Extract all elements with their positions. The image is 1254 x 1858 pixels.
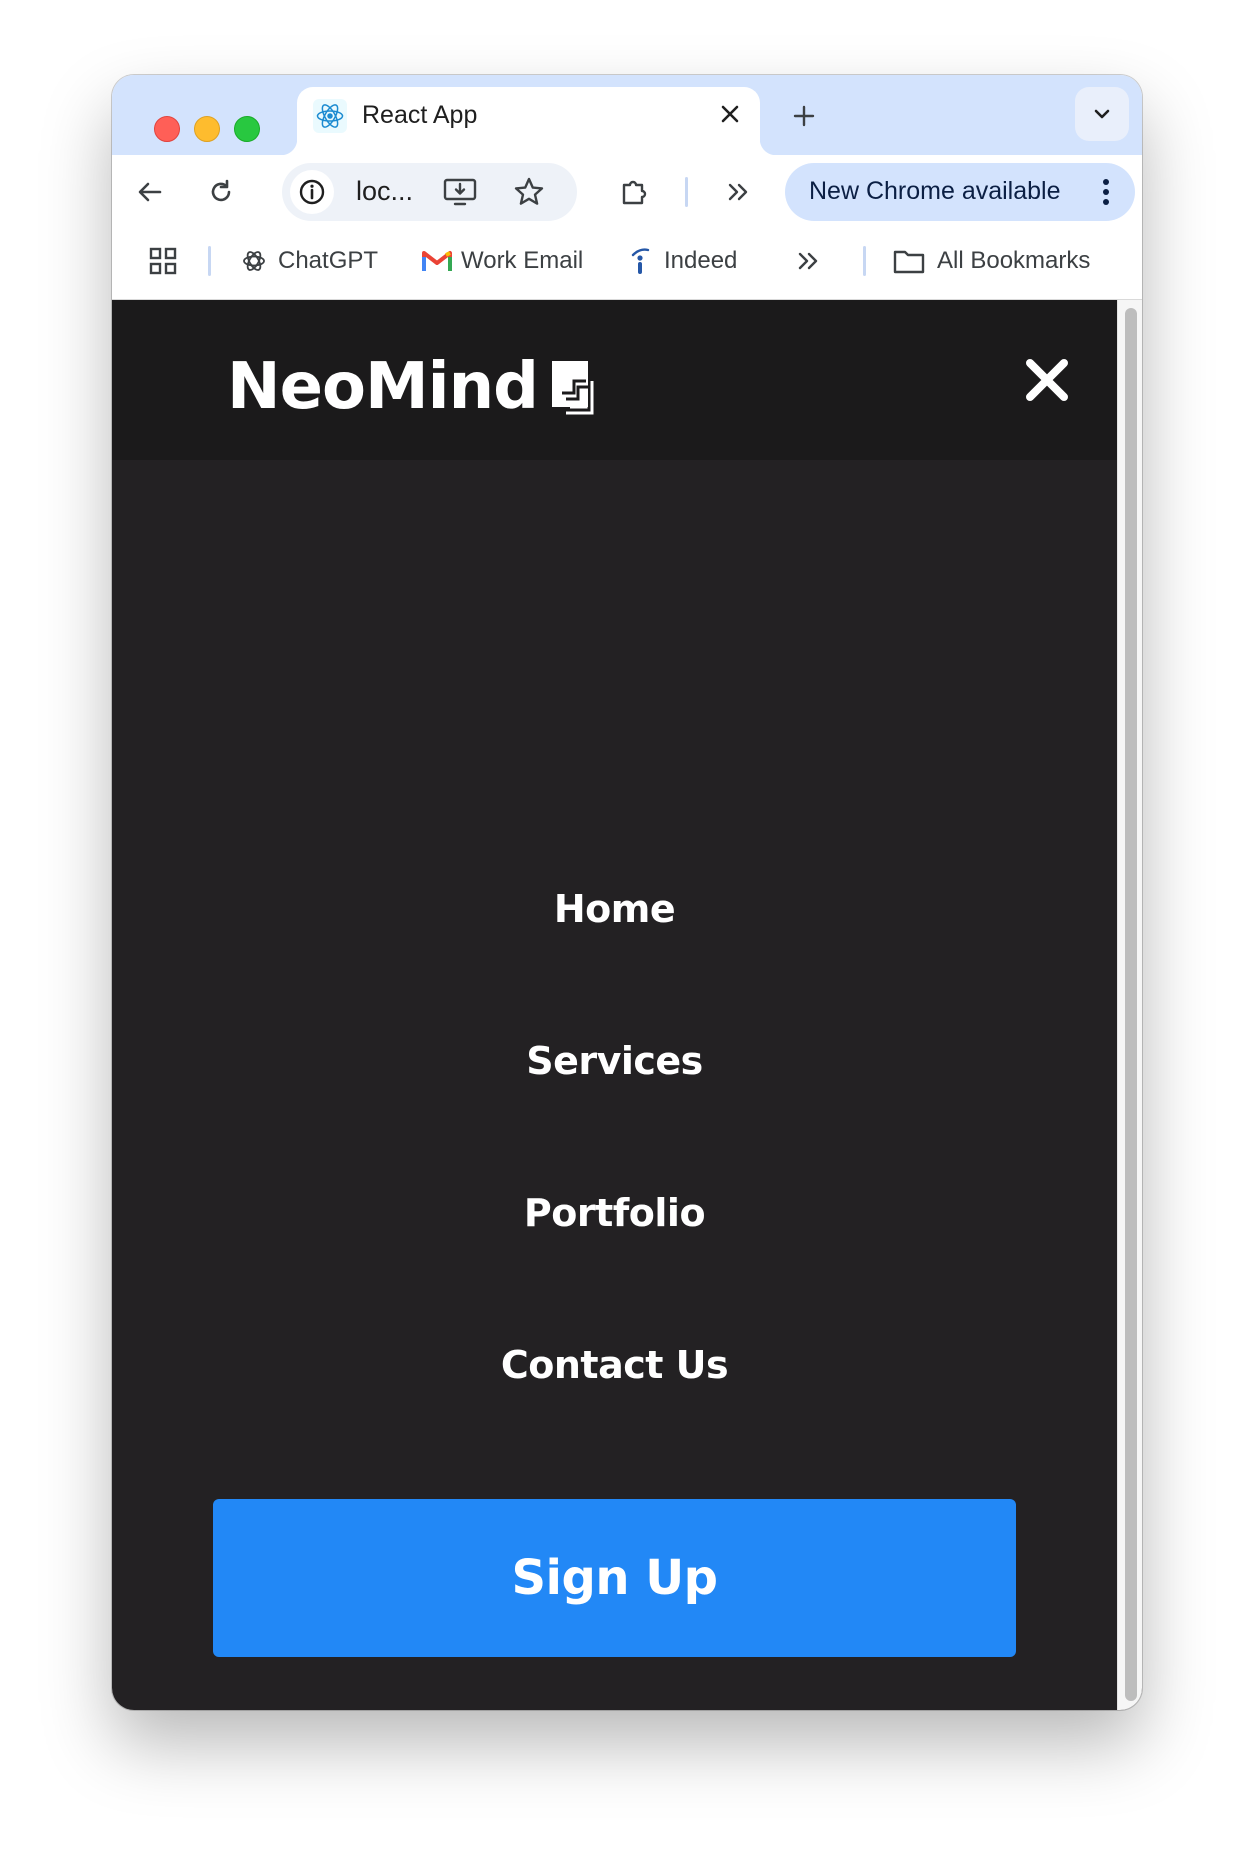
- menu-link-home[interactable]: Home: [112, 887, 1117, 931]
- close-window-button[interactable]: [154, 116, 180, 142]
- browser-toolbar: loc... New Chrome available: [112, 155, 1142, 229]
- browser-window: React App loc... New Chrome available Ch…: [112, 75, 1142, 1710]
- bookmark-chatgpt[interactable]: ChatGPT: [238, 244, 378, 278]
- bookmark-label: ChatGPT: [278, 247, 379, 274]
- all-bookmarks-button[interactable]: All Bookmarks: [893, 244, 1090, 278]
- logo-text: NeoMind: [227, 350, 539, 424]
- all-bookmarks-label: All Bookmarks: [937, 247, 1091, 274]
- toolbar-divider: [685, 177, 688, 207]
- address-bar[interactable]: loc...: [282, 163, 577, 221]
- menu-link-portfolio[interactable]: Portfolio: [112, 1191, 1117, 1235]
- tab-strip: React App: [112, 75, 1142, 155]
- more-vertical-icon[interactable]: [1084, 170, 1128, 214]
- menu-link-services[interactable]: Services: [112, 1039, 1117, 1083]
- gmail-icon: [421, 245, 453, 277]
- tab-search-chevron-icon[interactable]: [1075, 87, 1129, 141]
- page-scrollbar[interactable]: [1117, 300, 1142, 1710]
- folder-icon: [893, 245, 925, 277]
- tab-title: React App: [362, 101, 478, 129]
- close-menu-icon[interactable]: [1022, 355, 1072, 405]
- chevron-double-right-icon[interactable]: [717, 170, 761, 214]
- bookmark-label: Work Email: [461, 247, 584, 274]
- bookmarks-bar: ChatGPT Work Email Indeed All Bookmarks: [112, 229, 1142, 300]
- back-arrow-icon[interactable]: [128, 170, 172, 214]
- install-app-icon[interactable]: [438, 170, 482, 214]
- extensions-puzzle-icon[interactable]: [612, 170, 656, 214]
- new-chrome-available-button[interactable]: New Chrome available: [785, 163, 1135, 221]
- bookmarks-divider: [208, 246, 211, 276]
- bookmark-label: Indeed: [664, 247, 738, 274]
- bookmark-star-icon[interactable]: [507, 170, 551, 214]
- logo-stairs-icon: [551, 360, 594, 420]
- url-text: loc...: [356, 176, 414, 206]
- new-tab-icon[interactable]: [784, 96, 824, 136]
- bookmark-indeed[interactable]: Indeed: [624, 244, 737, 278]
- site-info-icon[interactable]: [290, 170, 334, 214]
- site-logo[interactable]: NeoMind: [227, 350, 594, 424]
- reload-icon[interactable]: [199, 170, 243, 214]
- minimize-window-button[interactable]: [194, 116, 220, 142]
- bookmarks-overflow-chevron-icon[interactable]: [795, 244, 823, 278]
- update-label: New Chrome available: [809, 177, 1061, 205]
- maximize-window-button[interactable]: [234, 116, 260, 142]
- site-header: NeoMind: [112, 300, 1117, 460]
- scrollbar-thumb[interactable]: [1125, 308, 1137, 1701]
- tab-react-app[interactable]: React App: [281, 87, 776, 155]
- react-icon: [313, 99, 347, 133]
- bookmarks-divider: [863, 246, 866, 276]
- bookmark-work-email[interactable]: Work Email: [421, 244, 583, 278]
- tab-close-icon[interactable]: [712, 96, 748, 132]
- indeed-icon: [624, 245, 656, 277]
- apps-grid-icon[interactable]: [148, 244, 178, 278]
- chatgpt-icon: [238, 245, 270, 277]
- page-viewport: NeoMind Home Services Portfolio Contact …: [112, 300, 1142, 1710]
- sign-up-button[interactable]: Sign Up: [213, 1499, 1016, 1657]
- menu-link-contact-us[interactable]: Contact Us: [112, 1343, 1117, 1387]
